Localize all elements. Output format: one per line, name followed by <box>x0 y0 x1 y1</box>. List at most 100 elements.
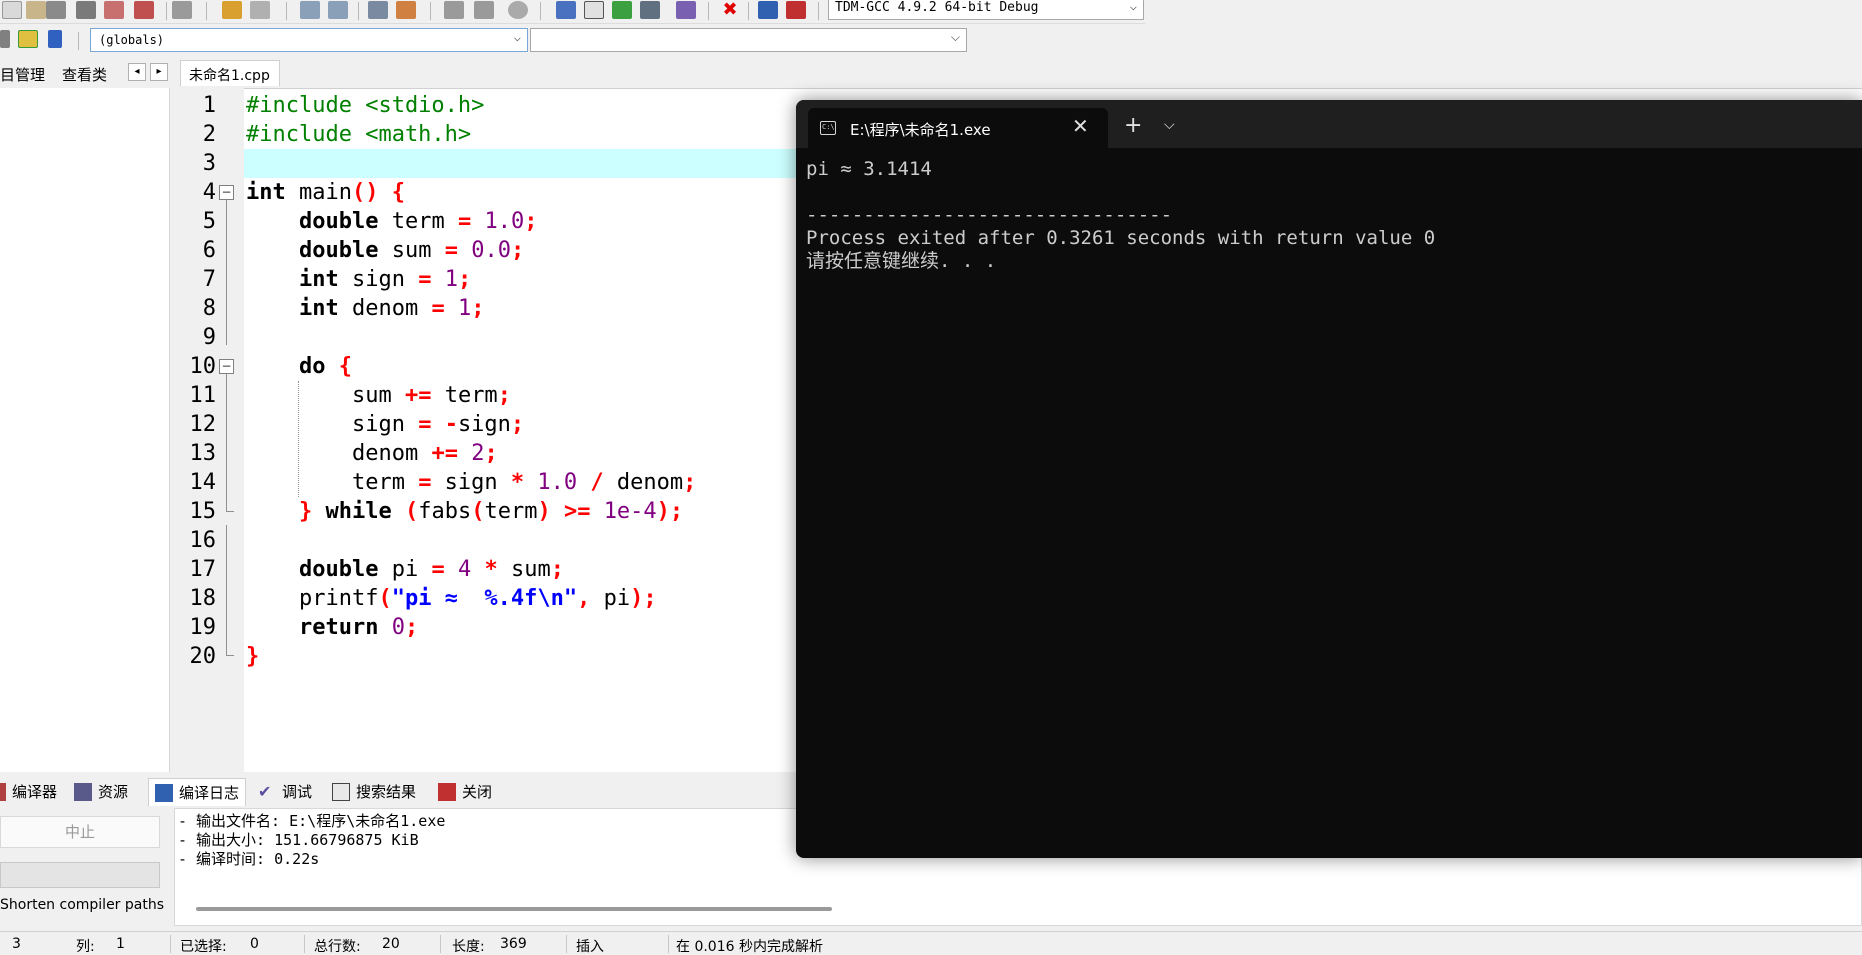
status-insert-mode: 插入 <box>576 939 604 955</box>
unindent-icon[interactable] <box>396 1 416 19</box>
editor-file-tab[interactable]: 未命名1.cpp <box>180 60 280 86</box>
fold-minus-icon[interactable]: − <box>219 359 234 374</box>
fold-minus-icon[interactable]: − <box>219 185 234 200</box>
fold-guide <box>226 374 227 511</box>
line-number: 15 <box>189 499 217 524</box>
find-icon[interactable] <box>300 1 320 19</box>
run-icon[interactable] <box>584 1 604 19</box>
status-bar: 3 列: 1 已选择: 0 总行数: 20 长度: 369 插入 在 0.016… <box>0 931 1862 955</box>
log-horizontal-scrollbar[interactable] <box>196 907 832 911</box>
tab-compiler[interactable]: 编译器 <box>0 781 57 802</box>
compile-run-icon[interactable] <box>612 1 632 19</box>
line-number: 20 <box>189 644 217 669</box>
log-line: - 输出大小: 151.66796875 KiB <box>178 831 419 849</box>
code-line: int main() { <box>246 180 405 205</box>
chevron-down-icon: ⌵ <box>1129 0 1137 13</box>
profile-icon[interactable] <box>786 1 806 19</box>
chevron-down-icon: ⌵ <box>950 30 960 44</box>
status-total-lines: 20 <box>382 936 400 952</box>
code-line: } while (fabs(term) >= 1e-4); <box>298 499 684 524</box>
code-line: double pi = 4 * sum; <box>298 557 564 582</box>
project-tree[interactable] <box>0 88 170 772</box>
code-line: denom += 2; <box>246 441 498 466</box>
stop-execution-icon[interactable]: ✖ <box>720 1 740 19</box>
redo-icon[interactable] <box>250 1 270 19</box>
indent-icon[interactable] <box>368 1 388 19</box>
tab-scroll-right-icon[interactable]: ▸ <box>150 63 168 81</box>
code-line: printf("pi ≈ %.4f\n", pi); <box>246 586 657 611</box>
panel-toggle-icon[interactable] <box>0 30 10 48</box>
line-number: 9 <box>202 325 216 350</box>
tab-label: 搜索结果 <box>356 783 417 801</box>
close-all-icon[interactable] <box>134 1 154 19</box>
line-number: 3 <box>202 151 216 176</box>
console-output-line: pi ≈ 3.1414 <box>806 158 932 180</box>
console-tab-title: E:\程序\未命名1.exe <box>850 121 991 139</box>
rebuild-icon[interactable] <box>640 1 660 19</box>
open-icon[interactable] <box>26 1 46 19</box>
terminal-icon: C:\ <box>820 121 836 135</box>
code-line: double term = 1.0; <box>298 209 538 234</box>
new-tab-icon[interactable]: + <box>1124 113 1142 138</box>
console-output-line: -------------------------------- <box>806 204 1173 226</box>
save-all-icon[interactable] <box>76 1 96 19</box>
code-line: sign = -sign; <box>246 412 525 437</box>
chevron-down-icon[interactable]: ⌵ <box>1164 117 1175 133</box>
undo-icon[interactable] <box>222 1 242 19</box>
tab-project-manager[interactable]: 目管理 <box>0 64 45 85</box>
shorten-compiler-paths-option[interactable]: Shorten compiler paths <box>0 897 164 913</box>
line-number: 10 <box>189 354 217 379</box>
abort-button[interactable]: 中止 <box>0 816 160 848</box>
insert-icon[interactable] <box>18 30 38 48</box>
status-col-label: 列: <box>76 939 95 955</box>
line-number: 5 <box>202 209 216 234</box>
tab-scroll-left-icon[interactable]: ◂ <box>128 63 146 81</box>
syntax-check-icon[interactable] <box>676 1 696 19</box>
status-length: 369 <box>500 936 527 952</box>
tab-search-results[interactable]: 搜索结果 <box>332 781 416 802</box>
compiler-select-value: TDM-GCC 4.9.2 64-bit Debug <box>835 0 1039 15</box>
line-number: 16 <box>189 528 217 553</box>
goto-icon[interactable] <box>508 1 528 19</box>
tab-label: 关闭 <box>462 783 493 801</box>
scope-select[interactable]: (globals) ⌵ <box>90 28 528 52</box>
compile-icon[interactable] <box>556 1 576 19</box>
forward-icon[interactable] <box>474 1 494 19</box>
new-file-icon[interactable] <box>2 1 22 19</box>
line-number: 4 <box>202 180 216 205</box>
left-panel-tabs: 目管理 查看类 ◂ ▸ <box>0 60 170 86</box>
chart-icon[interactable] <box>758 1 778 19</box>
line-number: 12 <box>189 412 217 437</box>
line-number: 8 <box>202 296 216 321</box>
line-number: 13 <box>189 441 217 466</box>
tab-close[interactable]: 关闭 <box>438 781 492 802</box>
code-line: } <box>246 644 260 669</box>
chevron-down-icon: ⌵ <box>513 30 521 44</box>
tab-class-browser[interactable]: 查看类 <box>62 64 107 85</box>
line-number: 17 <box>189 557 217 582</box>
print-icon[interactable] <box>172 1 192 19</box>
code-line: return 0; <box>298 615 419 640</box>
line-number: 1 <box>202 93 216 118</box>
close-file-icon[interactable] <box>104 1 124 19</box>
debug-icon: ✔ <box>258 781 272 801</box>
tab-resources[interactable]: 资源 <box>74 781 128 802</box>
fold-guide <box>226 525 227 655</box>
log-line: - 输出文件名: E:\程序\未命名1.exe <box>178 812 446 830</box>
close-tab-icon[interactable]: ✕ <box>1072 114 1089 138</box>
console-output-line: Process exited after 0.3261 seconds with… <box>806 227 1436 249</box>
code-line: #include <math.h> <box>246 122 472 147</box>
line-number: 14 <box>189 470 217 495</box>
save-icon[interactable] <box>46 1 66 19</box>
replace-icon[interactable] <box>328 1 348 19</box>
compiler-select[interactable]: TDM-GCC 4.9.2 64-bit Debug ⌵ <box>828 0 1144 20</box>
tab-debug[interactable]: ✔ 调试 <box>258 781 312 802</box>
bookmark-icon[interactable] <box>48 30 62 48</box>
back-icon[interactable] <box>444 1 464 19</box>
tab-compile-log[interactable]: 编译日志 <box>148 778 247 806</box>
function-select[interactable]: ⌵ <box>530 28 967 52</box>
status-total-lines-label: 总行数: <box>314 939 361 955</box>
line-number: 18 <box>189 586 217 611</box>
compile-progress-bar <box>0 862 160 888</box>
search-results-icon <box>332 782 350 801</box>
